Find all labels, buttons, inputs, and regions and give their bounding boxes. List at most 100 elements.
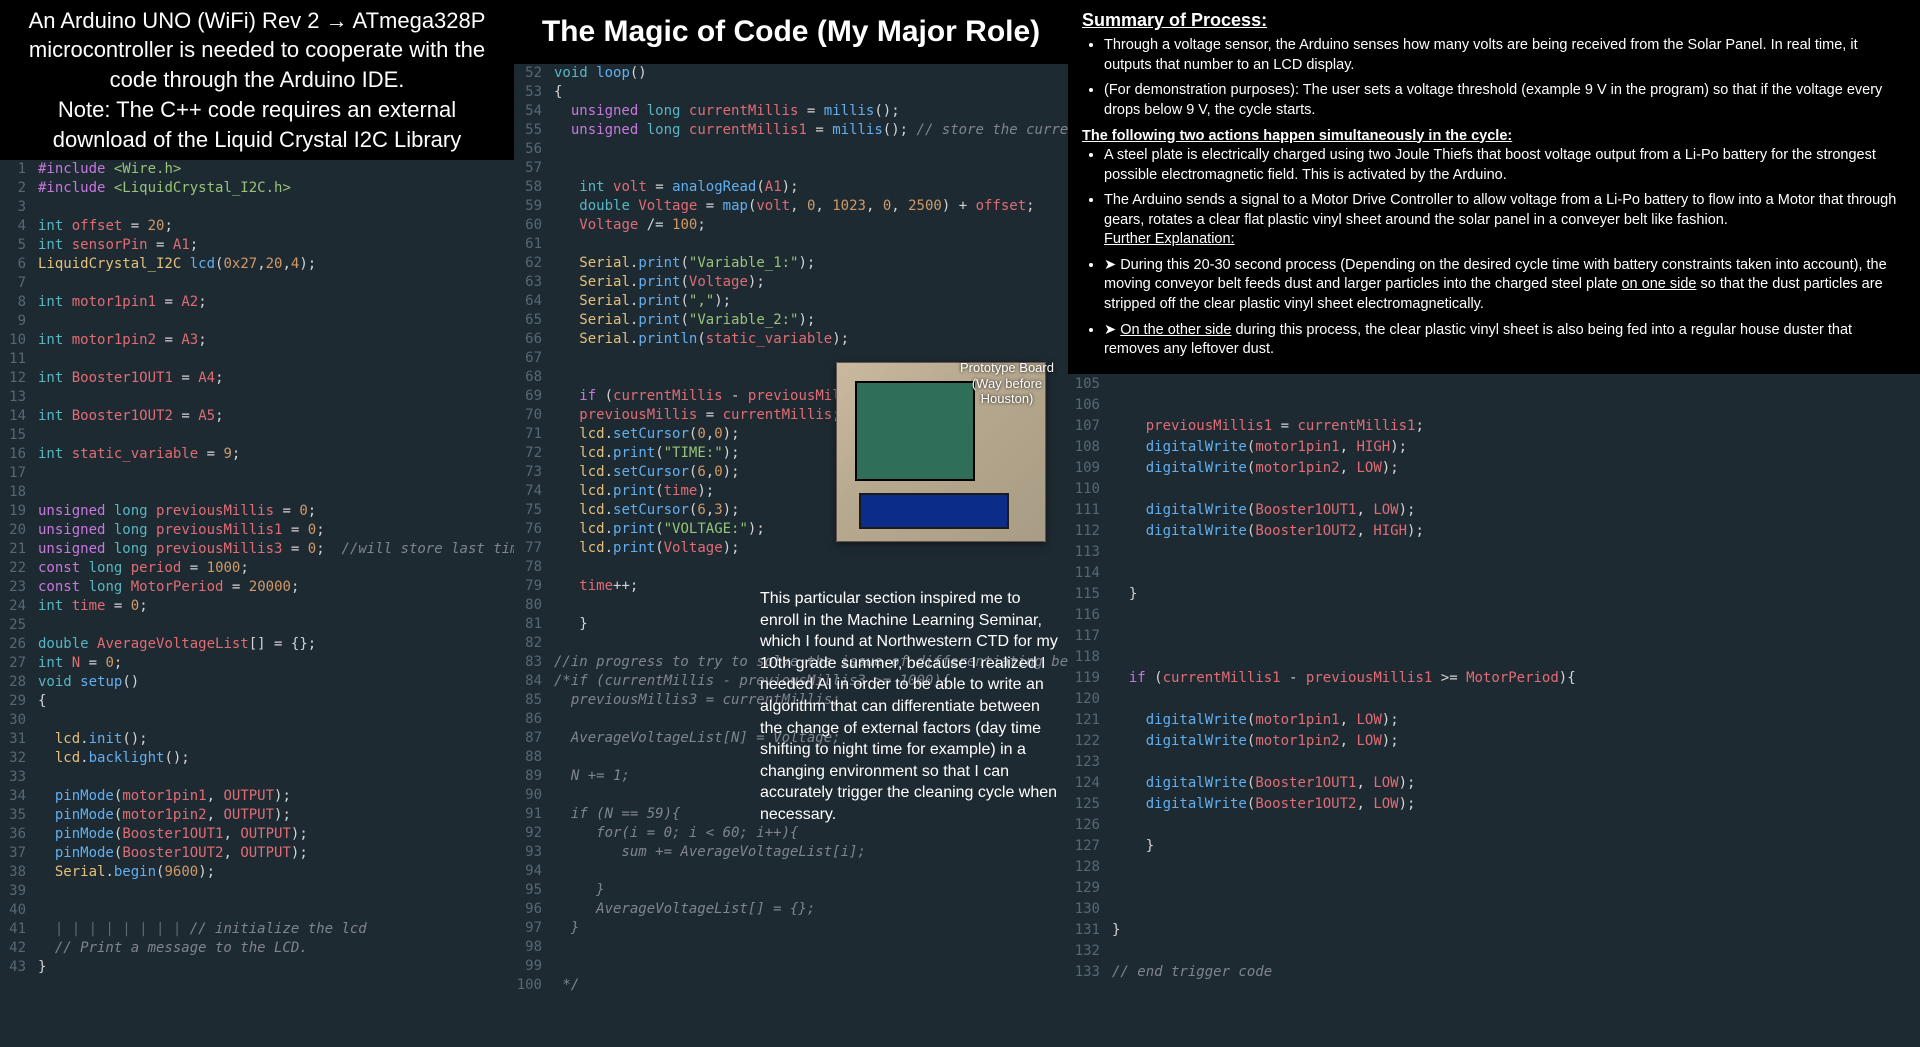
code-line[interactable] — [38, 464, 514, 483]
code-line[interactable]: // Print a message to the LCD. — [38, 939, 514, 958]
code-line[interactable]: int time = 0; — [38, 597, 514, 616]
code-line[interactable] — [1112, 605, 1920, 626]
code-line[interactable] — [554, 140, 1068, 159]
code-line[interactable]: const long period = 1000; — [38, 559, 514, 578]
code-line[interactable]: | | | | | | | | // initialize the lcd — [38, 920, 514, 939]
code-line[interactable]: #include <Wire.h> — [38, 160, 514, 179]
code-line[interactable]: } — [1112, 584, 1920, 605]
code-line[interactable]: int sensorPin = A1; — [38, 236, 514, 255]
code-line[interactable] — [1112, 815, 1920, 836]
code-line[interactable]: for(i = 0; i < 60; i++){ — [554, 824, 1068, 843]
code-line[interactable]: unsigned long currentMillis = millis(); — [554, 102, 1068, 121]
code-line[interactable]: AverageVoltageList[] = {}; — [554, 900, 1068, 919]
code-line[interactable]: } — [1112, 920, 1920, 941]
code-line[interactable]: int N = 0; — [38, 654, 514, 673]
code-line[interactable]: */ — [554, 976, 1068, 995]
code-line[interactable]: unsigned long previousMillis3 = 0; //wil… — [38, 540, 514, 559]
code-line[interactable]: lcd.backlight(); — [38, 749, 514, 768]
mid-code-body[interactable]: void loop(){ unsigned long currentMillis… — [548, 64, 1068, 1047]
code-line[interactable]: pinMode(motor1pin2, OUTPUT); — [38, 806, 514, 825]
code-line[interactable]: } — [554, 919, 1068, 938]
code-line[interactable]: int volt = analogRead(A1); — [554, 178, 1068, 197]
code-line[interactable]: { — [38, 692, 514, 711]
code-line[interactable]: double AverageVoltageList[] = {}; — [38, 635, 514, 654]
code-line[interactable] — [1112, 395, 1920, 416]
code-line[interactable]: { — [554, 83, 1068, 102]
code-line[interactable] — [38, 616, 514, 635]
code-line[interactable]: digitalWrite(motor1pin2, LOW); — [1112, 731, 1920, 752]
code-line[interactable]: Voltage /= 100; — [554, 216, 1068, 235]
code-line[interactable]: int motor1pin1 = A2; — [38, 293, 514, 312]
code-line[interactable]: void loop() — [554, 64, 1068, 83]
middle-code-editor[interactable]: 5253545556575859606162636465666768697071… — [514, 64, 1068, 1047]
code-line[interactable] — [38, 483, 514, 502]
code-line[interactable]: previousMillis1 = currentMillis1; — [1112, 416, 1920, 437]
code-line[interactable] — [38, 426, 514, 445]
code-line[interactable] — [1112, 899, 1920, 920]
code-line[interactable] — [38, 198, 514, 217]
code-line[interactable] — [1112, 878, 1920, 899]
code-line[interactable]: unsigned long currentMillis1 = millis();… — [554, 121, 1068, 140]
code-line[interactable] — [38, 711, 514, 730]
code-line[interactable]: pinMode(Booster1OUT2, OUTPUT); — [38, 844, 514, 863]
code-line[interactable]: Serial.print("Variable_2:"); — [554, 311, 1068, 330]
code-line[interactable]: unsigned long previousMillis = 0; — [38, 502, 514, 521]
left-code-body[interactable]: #include <Wire.h>#include <LiquidCrystal… — [32, 160, 514, 1047]
code-line[interactable]: Serial.println(static_variable); — [554, 330, 1068, 349]
code-line[interactable]: lcd.init(); — [38, 730, 514, 749]
left-code-editor[interactable]: 1234567891011121314151617181920212223242… — [0, 160, 514, 1047]
code-line[interactable] — [1112, 857, 1920, 878]
code-line[interactable] — [38, 768, 514, 787]
code-line[interactable] — [1112, 563, 1920, 584]
code-line[interactable]: digitalWrite(Booster1OUT2, LOW); — [1112, 794, 1920, 815]
code-line[interactable]: } — [1112, 836, 1920, 857]
code-line[interactable]: } — [38, 958, 514, 977]
code-line[interactable]: digitalWrite(motor1pin2, LOW); — [1112, 458, 1920, 479]
code-line[interactable]: digitalWrite(Booster1OUT2, HIGH); — [1112, 521, 1920, 542]
code-line[interactable] — [38, 388, 514, 407]
code-line[interactable] — [1112, 542, 1920, 563]
code-line[interactable]: digitalWrite(motor1pin1, LOW); — [1112, 710, 1920, 731]
code-line[interactable] — [554, 938, 1068, 957]
code-line[interactable] — [554, 235, 1068, 254]
code-line[interactable] — [38, 274, 514, 293]
code-line[interactable]: Serial.print(Voltage); — [554, 273, 1068, 292]
code-line[interactable] — [1112, 752, 1920, 773]
code-line[interactable]: double Voltage = map(volt, 0, 1023, 0, 2… — [554, 197, 1068, 216]
code-line[interactable] — [1112, 374, 1920, 395]
code-line[interactable]: digitalWrite(Booster1OUT1, LOW); — [1112, 500, 1920, 521]
right-code-editor[interactable]: 1031041051061071081091101111121131141151… — [1068, 332, 1920, 1047]
code-line[interactable] — [554, 558, 1068, 577]
code-line[interactable]: int offset = 20; — [38, 217, 514, 236]
code-line[interactable] — [38, 901, 514, 920]
code-line[interactable] — [1112, 479, 1920, 500]
code-line[interactable] — [1112, 689, 1920, 710]
code-line[interactable]: Serial.begin(9600); — [38, 863, 514, 882]
code-line[interactable] — [38, 350, 514, 369]
code-line[interactable]: int Booster1OUT1 = A4; — [38, 369, 514, 388]
code-line[interactable] — [1112, 647, 1920, 668]
code-line[interactable]: int Booster1OUT2 = A5; — [38, 407, 514, 426]
code-line[interactable]: pinMode(motor1pin1, OUTPUT); — [38, 787, 514, 806]
code-line[interactable]: digitalWrite(Booster1OUT1, LOW); — [1112, 773, 1920, 794]
code-line[interactable]: // end trigger code — [1112, 962, 1920, 983]
code-line[interactable] — [1112, 626, 1920, 647]
code-line[interactable]: sum += AverageVoltageList[i]; — [554, 843, 1068, 862]
code-line[interactable]: int static_variable = 9; — [38, 445, 514, 464]
code-line[interactable]: void setup() — [38, 673, 514, 692]
code-line[interactable]: } — [554, 881, 1068, 900]
code-line[interactable]: pinMode(Booster1OUT1, OUTPUT); — [38, 825, 514, 844]
code-line[interactable]: int motor1pin2 = A3; — [38, 331, 514, 350]
code-line[interactable]: if (currentMillis1 - previousMillis1 >= … — [1112, 668, 1920, 689]
code-line[interactable] — [554, 862, 1068, 881]
code-line[interactable] — [38, 882, 514, 901]
code-line[interactable]: digitalWrite(motor1pin1, HIGH); — [1112, 437, 1920, 458]
code-line[interactable]: const long MotorPeriod = 20000; — [38, 578, 514, 597]
code-line[interactable]: #include <LiquidCrystal_I2C.h> — [38, 179, 514, 198]
code-line[interactable] — [1112, 941, 1920, 962]
code-line[interactable] — [554, 159, 1068, 178]
right-code-body[interactable]: if (Voltage < 9){ previousMillis1 = curr… — [1106, 332, 1920, 1047]
code-line[interactable]: LiquidCrystal_I2C lcd(0x27,20,4); — [38, 255, 514, 274]
code-line[interactable]: Serial.print("Variable_1:"); — [554, 254, 1068, 273]
code-line[interactable] — [554, 957, 1068, 976]
